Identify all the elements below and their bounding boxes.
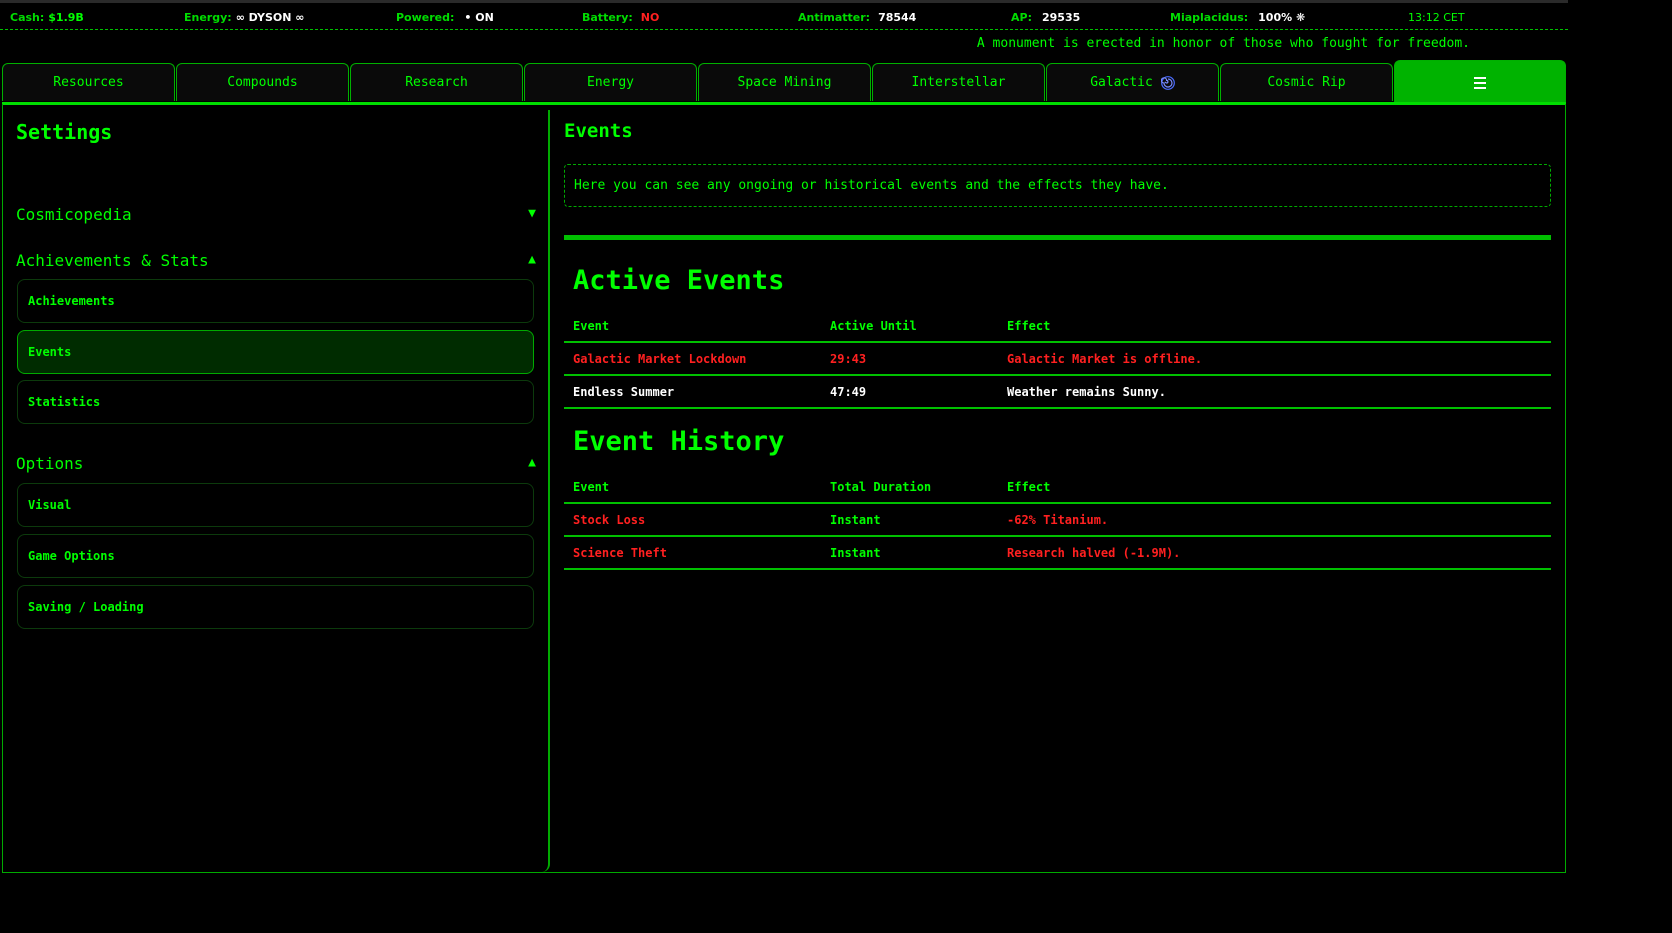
tab-research[interactable]: Research <box>350 63 523 101</box>
ap-label: AP: <box>1011 11 1032 24</box>
sidebar-item-visual[interactable]: Visual <box>17 483 534 527</box>
event-effect: Galactic Market is offline. <box>1007 352 1203 366</box>
sidebar-item-achievements[interactable]: Achievements <box>17 279 534 323</box>
event-time: Instant <box>830 513 881 527</box>
event-time: 29:43 <box>830 352 867 366</box>
event-history-heading: Event History <box>573 426 785 457</box>
column-header-active-until: Active Until <box>830 319 917 333</box>
antimatter-label: Antimatter: <box>798 11 871 24</box>
event-history-header: Event Total Duration Effect <box>564 480 1551 504</box>
clock-value: 13:12 CET <box>1408 11 1465 24</box>
event-effect: -62% Titanium. <box>1007 513 1109 527</box>
column-header-event: Event <box>573 480 610 494</box>
galaxy-spiral-icon <box>1160 75 1175 90</box>
tab-space-mining[interactable]: Space Mining <box>698 63 871 101</box>
tab-cosmic-rip[interactable]: Cosmic Rip <box>1220 63 1393 101</box>
active-events-header: Event Active Until Effect <box>564 319 1551 343</box>
tab-energy[interactable]: Energy <box>524 63 697 101</box>
battery-value: NO <box>640 11 660 24</box>
section-cosmicopedia-label: Cosmicopedia <box>16 205 132 224</box>
sidebar-title: Settings <box>16 120 113 144</box>
status-bar: Cash: $1.9B Energy: ∞ DYSON ∞ Powered: • ON… <box>0 0 1568 30</box>
energy-stat: Energy: ∞ DYSON ∞ <box>184 11 304 24</box>
sidebar-item-game-options[interactable]: Game Options <box>17 534 534 578</box>
tab-interstellar[interactable]: Interstellar <box>872 63 1045 101</box>
tab-galactic[interactable]: Galactic <box>1046 63 1219 101</box>
miaplacidus-value: 100% ❋ <box>1258 11 1306 24</box>
ap-stat: AP: 29535 <box>1011 11 1080 24</box>
sidebar-item-statistics[interactable]: Statistics <box>17 380 534 424</box>
news-ticker: A monument is erected in honor of those … <box>976 36 1470 51</box>
column-header-effect: Effect <box>1007 319 1051 333</box>
main-tabs: Resources Compounds Research Energy Spac… <box>2 60 1566 104</box>
event-time: 47:49 <box>830 385 867 399</box>
chevron-up-icon: ▲ <box>528 455 536 470</box>
sidebar-item-saving-loading[interactable]: Saving / Loading <box>17 585 534 629</box>
table-row: Stock Loss Instant -62% Titanium. <box>564 504 1551 537</box>
powered-value: • ON <box>464 11 494 24</box>
battery-label: Battery: <box>582 11 633 24</box>
hamburger-menu-icon <box>1474 76 1486 89</box>
event-effect: Weather remains Sunny. <box>1007 385 1166 399</box>
column-header-effect: Effect <box>1007 480 1051 494</box>
table-row: Galactic Market Lockdown 29:43 Galactic … <box>564 343 1551 376</box>
event-name: Galactic Market Lockdown <box>573 352 747 366</box>
antimatter-stat: Antimatter: 78544 <box>798 11 916 24</box>
energy-label: Energy: <box>184 11 232 24</box>
sidebar-item-events[interactable]: Events <box>17 330 534 374</box>
tab-compounds[interactable]: Compounds <box>176 63 349 101</box>
event-effect: Research halved (-1.9M). <box>1007 546 1181 560</box>
section-achievements-stats-label: Achievements & Stats <box>16 251 209 270</box>
settings-sidebar: Settings Cosmicopedia ▼ Achievements & S… <box>2 110 550 872</box>
cash-stat: Cash: $1.9B <box>10 11 84 24</box>
section-options[interactable]: Options ▲ <box>16 454 536 476</box>
active-events-heading: Active Events <box>573 265 785 296</box>
events-description: Here you can see any ongoing or historic… <box>564 164 1551 207</box>
cash-value: $1.9B <box>48 11 84 24</box>
tab-galactic-label: Galactic <box>1090 75 1153 90</box>
tab-resources[interactable]: Resources <box>2 63 175 101</box>
column-header-event: Event <box>573 319 610 333</box>
event-name: Endless Summer <box>573 385 675 399</box>
antimatter-value: 78544 <box>878 11 917 24</box>
tab-menu[interactable] <box>1394 60 1566 104</box>
event-name: Science Theft <box>573 546 667 560</box>
clock: 13:12 CET <box>1408 11 1465 24</box>
section-achievements-stats[interactable]: Achievements & Stats ▲ <box>16 251 536 273</box>
event-time: Instant <box>830 546 881 560</box>
chevron-up-icon: ▲ <box>528 252 536 267</box>
energy-value: ∞ DYSON ∞ <box>235 11 305 24</box>
chevron-down-icon: ▼ <box>528 206 536 221</box>
ap-value: 29535 <box>1041 11 1081 24</box>
section-options-label: Options <box>16 454 84 473</box>
table-row: Science Theft Instant Research halved (-… <box>564 537 1551 570</box>
cash-label: Cash: <box>10 11 45 24</box>
event-name: Stock Loss <box>573 513 646 527</box>
miaplacidus-stat: Miaplacidus: 100% ❋ <box>1170 11 1305 24</box>
page-title: Events <box>564 120 633 142</box>
section-cosmicopedia[interactable]: Cosmicopedia ▼ <box>16 205 536 227</box>
table-row: Endless Summer 47:49 Weather remains Sun… <box>564 376 1551 409</box>
powered-label: Powered: <box>396 11 455 24</box>
miaplacidus-label: Miaplacidus: <box>1170 11 1249 24</box>
battery-stat: Battery: NO <box>582 11 659 24</box>
column-header-total-duration: Total Duration <box>830 480 932 494</box>
powered-stat: Powered: • ON <box>396 11 494 24</box>
section-divider <box>564 235 1551 240</box>
